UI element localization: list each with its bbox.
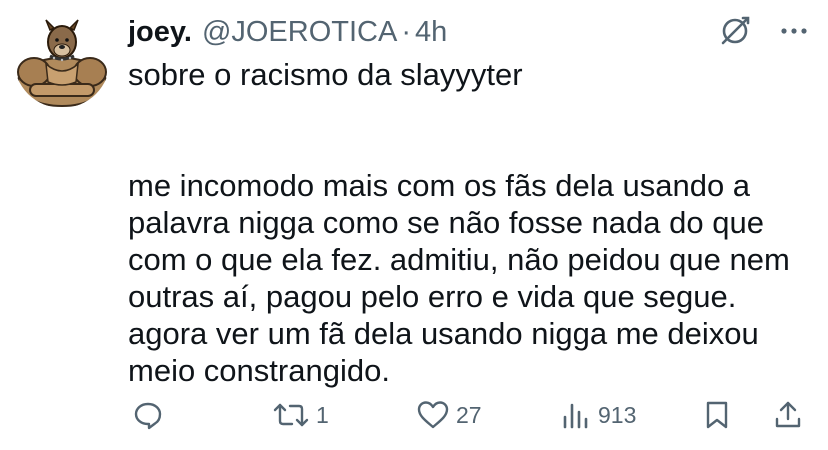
bookmark-icon: [702, 399, 732, 431]
more-icon[interactable]: [780, 27, 808, 35]
retweet-button[interactable]: 1: [272, 394, 329, 436]
bookmark-button[interactable]: [702, 394, 732, 436]
retweet-count: 1: [316, 401, 329, 428]
share-button[interactable]: [772, 394, 804, 436]
tweet-text-line: me incomodo mais com os fãs dela usando …: [128, 168, 751, 203]
tweet-text-line: outras aí, pagou pelo erro e vida que se…: [128, 279, 737, 314]
timestamp[interactable]: 4h: [415, 16, 447, 49]
grok-icon[interactable]: [718, 14, 752, 48]
reply-button[interactable]: [132, 394, 164, 436]
tweet-actions: 1 27 913: [128, 394, 808, 436]
retweet-icon: [272, 399, 310, 431]
user-handle[interactable]: @JOEROTICA: [202, 16, 397, 49]
tweet-text-line: agora ver um fã dela usando nigga me dei…: [128, 316, 759, 351]
views-count: 913: [598, 401, 637, 428]
tweet-top-icons: [718, 14, 808, 48]
tweet-text-line: sobre o racismo da slayyyter: [128, 57, 523, 92]
views-button[interactable]: 913: [560, 394, 636, 436]
tweet-text-line: com o que ela fez. admitiu, não peidou q…: [128, 242, 790, 277]
display-name[interactable]: joey.: [128, 16, 192, 49]
heart-icon: [416, 399, 450, 431]
pitbull-avatar-image: [14, 12, 110, 108]
tweet-text: sobre o racismo da slayyyter me incomodo…: [128, 56, 808, 389]
separator-dot: ·: [401, 15, 412, 48]
avatar[interactable]: [14, 12, 110, 108]
share-icon: [772, 399, 804, 431]
views-icon: [560, 399, 592, 431]
tweet-header: joey. @JOEROTICA · 4h: [128, 10, 447, 54]
like-count: 27: [456, 401, 482, 428]
reply-icon: [132, 399, 164, 431]
tweet-text-line: palavra nigga como se não fosse nada do …: [128, 205, 764, 240]
tweet-text-line: meio constrangido.: [128, 353, 390, 388]
like-button[interactable]: 27: [416, 394, 482, 436]
